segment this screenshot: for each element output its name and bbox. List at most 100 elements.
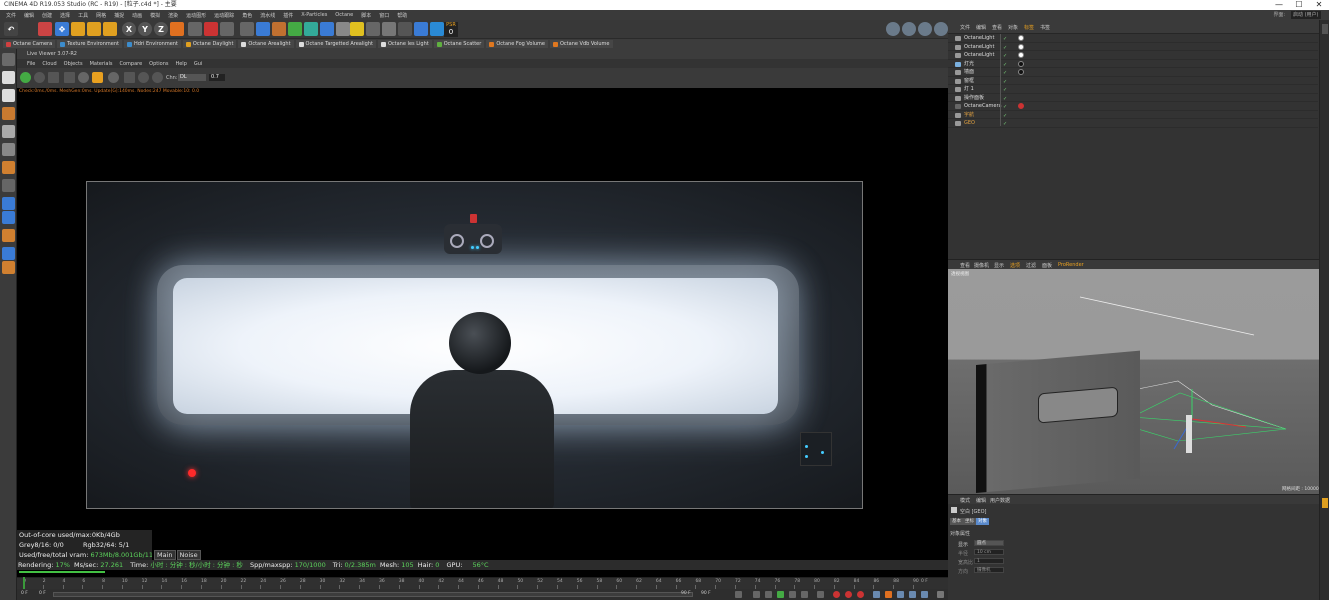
goto-start-icon[interactable] (735, 591, 742, 598)
lv-menu-materials[interactable]: Materials (90, 61, 113, 67)
menu-pipeline[interactable]: 流水线 (256, 12, 279, 19)
attr-aspect-field[interactable]: 1 (974, 558, 1004, 564)
lv-menu-options[interactable]: Options (149, 61, 168, 67)
visibility-check-icon[interactable]: ✓ (1003, 120, 1007, 128)
y-axis-toggle[interactable]: Y (138, 22, 152, 36)
menu-motion-tracking[interactable]: 运动跟踪 (210, 12, 238, 19)
menu-mograph[interactable]: 运动图形 (182, 12, 210, 19)
menu-script[interactable]: 脚本 (357, 12, 375, 19)
lv-menu-cloud[interactable]: Cloud (42, 61, 56, 67)
region-render-icon[interactable] (64, 72, 75, 83)
octane-targetted-arealight-button[interactable]: Octane Targetted Arealight (295, 40, 376, 48)
lock-workplane-icon[interactable] (2, 229, 15, 242)
obj-menu-tags[interactable]: 标签 (1024, 24, 1034, 31)
send-scene-icon[interactable] (20, 72, 31, 83)
object-row[interactable]: OctaneLight ✓ (948, 43, 1318, 51)
close-button[interactable]: ✕ (1309, 0, 1329, 10)
octane-camera-button[interactable]: Octane Camera (3, 40, 56, 48)
max-frame-field[interactable]: 90 F (681, 591, 691, 596)
keyframe-selection-icon[interactable] (857, 591, 864, 598)
vp-menu-cameras[interactable]: 摄像机 (974, 262, 989, 269)
lv-menu-help[interactable]: Help (175, 61, 186, 67)
move-icon[interactable]: ✥ (55, 22, 69, 36)
menu-help[interactable]: 帮助 (393, 12, 411, 19)
object-row[interactable]: 灯光 ✓ (948, 60, 1318, 68)
attr-display-select[interactable]: 圆点 (974, 540, 1004, 546)
edges-mode-icon[interactable] (2, 125, 15, 138)
attr-tab-basic[interactable]: 基本 (950, 518, 963, 525)
vp-menu-view[interactable]: 查看 (960, 262, 970, 269)
goto-end-icon[interactable] (817, 591, 824, 598)
octane-daylight-button[interactable]: Octane Daylight (182, 40, 237, 48)
play-icon[interactable] (777, 591, 784, 598)
dock-tab[interactable] (1322, 24, 1328, 34)
live-select-icon[interactable] (38, 22, 52, 36)
focus-picker-icon[interactable] (124, 72, 135, 83)
rotate-icon[interactable] (87, 22, 101, 36)
attr-menu-user-data[interactable]: 用户数据 (990, 497, 1010, 504)
dock-tab-active[interactable] (1322, 498, 1328, 508)
menu-mesh[interactable]: 网格 (92, 12, 110, 19)
material-tag-icon[interactable] (1018, 43, 1024, 50)
autokey-icon[interactable] (845, 591, 852, 598)
environment-icon[interactable] (320, 22, 334, 36)
undo-icon[interactable]: ↶ (4, 22, 18, 36)
menu-window[interactable]: 窗口 (375, 12, 393, 19)
pla-key-icon[interactable] (921, 591, 928, 598)
lv-menu-gui[interactable]: Gui (194, 61, 202, 67)
next-frame-icon[interactable] (789, 591, 796, 598)
octane-ies-light-button[interactable]: Octane Ies Light (377, 40, 432, 48)
camera-tag-icon[interactable] (1018, 103, 1024, 109)
settings-gear-icon[interactable] (430, 22, 444, 36)
home-icon[interactable] (398, 22, 412, 36)
workplane-icon[interactable] (2, 179, 15, 192)
material-tag-icon[interactable] (1018, 60, 1024, 67)
menu-snap[interactable]: 捕捉 (110, 12, 128, 19)
scale-key-icon[interactable] (885, 591, 892, 598)
pause-icon[interactable] (48, 72, 59, 83)
x-axis-toggle[interactable]: X (122, 22, 136, 36)
view-rotate-icon[interactable] (918, 22, 932, 36)
lv-menu-compare[interactable]: Compare (119, 61, 142, 67)
menu-select[interactable]: 选择 (56, 12, 74, 19)
obj-menu-bookmarks[interactable]: 书签 (1040, 24, 1050, 31)
material-tag-icon[interactable] (1018, 35, 1024, 41)
start-frame-field[interactable]: 0 F (39, 591, 46, 596)
object-row[interactable]: 操作面板 ✓ (948, 94, 1318, 102)
attr-tab-object[interactable]: 对象 (976, 518, 989, 525)
playhead[interactable] (23, 577, 25, 589)
camera-icon[interactable] (336, 22, 350, 36)
subdivision-icon[interactable] (272, 22, 286, 36)
hdri-environment-button[interactable]: Hdri Environment (124, 40, 181, 48)
menu-render[interactable]: 渲染 (164, 12, 182, 19)
deformer-icon[interactable] (304, 22, 318, 36)
obj-menu-objects[interactable]: 对象 (1008, 24, 1018, 31)
object-row[interactable]: OctaneLight ✓ (948, 51, 1318, 60)
menu-plugins[interactable]: 插件 (279, 12, 297, 19)
tab-noise[interactable]: Noise (176, 550, 201, 560)
object-row[interactable]: OctaneCamera ✓ (948, 102, 1318, 111)
texture-environment-button[interactable]: Texture Environment (57, 40, 122, 48)
polygons-mode-icon[interactable] (2, 143, 15, 156)
timeline-ruler[interactable]: 0246810121416182022242628303234363840424… (17, 577, 948, 589)
lock-icon[interactable] (92, 72, 103, 83)
octane-fog-volume-button[interactable]: Octane Fog Volume (486, 40, 548, 48)
vp-menu-display[interactable]: 显示 (994, 262, 1004, 269)
maximize-button[interactable]: ☐ (1289, 0, 1309, 10)
settings-icon[interactable] (78, 72, 89, 83)
snap-icon[interactable] (2, 197, 15, 210)
obj-menu-edit[interactable]: 编辑 (976, 24, 986, 31)
timeline-menu-icon[interactable] (937, 591, 944, 598)
layout-select[interactable]: 启动 (用户) (1291, 11, 1321, 19)
obj-menu-file[interactable]: 文件 (960, 24, 970, 31)
param-key-icon[interactable] (909, 591, 916, 598)
object-row[interactable]: 墙面 ✓ (948, 68, 1318, 77)
object-row[interactable]: GEO ✓ (948, 119, 1318, 128)
prev-frame-icon[interactable] (765, 591, 772, 598)
record-icon[interactable] (833, 591, 840, 598)
prev-key-icon[interactable] (753, 591, 760, 598)
lv-menu-objects[interactable]: Objects (64, 61, 83, 67)
range-slider[interactable] (53, 592, 693, 597)
menu-octane[interactable]: Octane (331, 12, 357, 18)
grid-icon[interactable] (2, 247, 15, 260)
